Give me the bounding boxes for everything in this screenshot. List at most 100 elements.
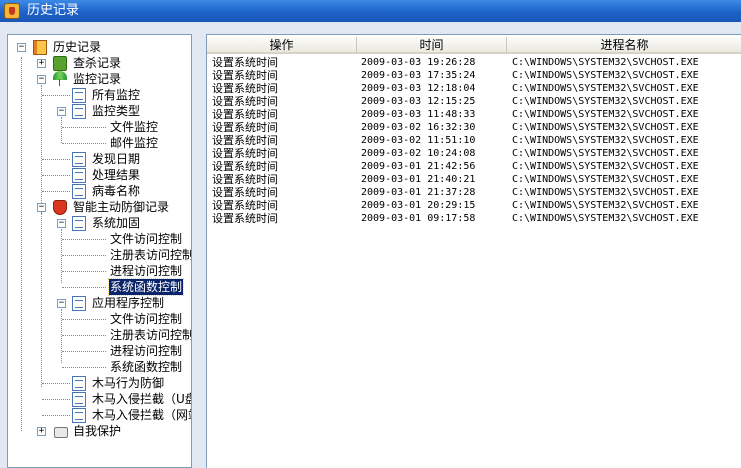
- tree-label: 进程访问控制: [110, 344, 183, 358]
- tree-node-file-monitor[interactable]: 文件监控: [8, 119, 191, 135]
- tree-node-app-sysfunc[interactable]: 系统函数控制: [8, 359, 191, 375]
- tree-label-selected: 系统函数控制: [107, 278, 185, 296]
- tree-label: 所有监控: [92, 88, 141, 102]
- tree-node-registry-access[interactable]: 注册表访问控制: [8, 247, 191, 263]
- tree-node-sysfunc-selected[interactable]: 系统函数控制: [8, 278, 191, 296]
- table-row[interactable]: 设置系统时间 2009-03-03 17:35:24 C:\WINDOWS\SYST…: [207, 69, 741, 82]
- tree-line: [62, 335, 106, 336]
- collapse-icon[interactable]: −: [37, 75, 46, 84]
- tree-line: [62, 143, 106, 144]
- tree-node-trojan-web[interactable]: 木马入侵拦截（网站: [8, 407, 191, 423]
- tree-label: 文件监控: [110, 120, 159, 134]
- collapse-icon[interactable]: −: [57, 107, 66, 116]
- cell-process: C:\WINDOWS\SYSTEM32\SVCHOST.EXE: [512, 96, 699, 107]
- cell-operation: 设置系统时间: [212, 160, 278, 173]
- cell-operation: 设置系统时间: [212, 82, 278, 95]
- tree-node-self-protect[interactable]: + 自我保护: [8, 423, 191, 439]
- history-book-icon: [33, 40, 47, 55]
- cell-process: C:\WINDOWS\SYSTEM32\SVCHOST.EXE: [512, 161, 699, 172]
- tree-line: [62, 367, 106, 368]
- tree-label: 注册表访问控制: [110, 248, 192, 262]
- table-row[interactable]: 设置系统时间 2009-03-03 19:26:28 C:\WINDOWS\SYST…: [207, 56, 741, 69]
- app-logo-icon: [4, 3, 20, 19]
- column-header-process[interactable]: 进程名称: [507, 37, 741, 54]
- document-icon: [72, 216, 86, 231]
- cell-process: C:\WINDOWS\SYSTEM32\SVCHOST.EXE: [512, 57, 699, 68]
- expand-icon[interactable]: +: [37, 427, 46, 436]
- cell-process: C:\WINDOWS\SYSTEM32\SVCHOST.EXE: [512, 213, 699, 224]
- tree-node-app-process-access[interactable]: 进程访问控制: [8, 343, 191, 359]
- cell-operation: 设置系统时间: [212, 56, 278, 69]
- table-row[interactable]: 设置系统时间 2009-03-01 21:40:21 C:\WINDOWS\SYST…: [207, 173, 741, 186]
- tree-node-scan-records[interactable]: + 查杀记录: [8, 55, 191, 71]
- tree-node-found-date[interactable]: 发现日期: [8, 151, 191, 167]
- expand-icon[interactable]: +: [37, 59, 46, 68]
- table-row[interactable]: 设置系统时间 2009-03-01 21:37:28 C:\WINDOWS\SYST…: [207, 186, 741, 199]
- tree-line: [62, 271, 106, 272]
- tree-label: 文件访问控制: [110, 312, 183, 326]
- tree-node-trojan-behavior[interactable]: 木马行为防御: [8, 375, 191, 391]
- tree-line: [42, 159, 70, 160]
- cell-time: 2009-03-01 21:42:56: [361, 161, 476, 172]
- table-row[interactable]: 设置系统时间 2009-03-02 10:24:08 C:\WINDOWS\SYST…: [207, 147, 741, 160]
- tree-line: [62, 287, 106, 288]
- tree-line: [42, 415, 70, 416]
- cell-time: 2009-03-02 10:24:08: [361, 148, 476, 159]
- tree-node-app-control[interactable]: − 应用程序控制: [8, 295, 191, 311]
- tree-label: 注册表访问控制: [110, 328, 192, 342]
- tree-label: 监控类型: [92, 104, 141, 118]
- table-row[interactable]: 设置系统时间 2009-03-03 12:18:04 C:\WINDOWS\SYST…: [207, 82, 741, 95]
- tree-node-monitor-records[interactable]: − 监控记录: [8, 71, 191, 87]
- title-bar[interactable]: 历史记录: [0, 0, 741, 22]
- history-tree[interactable]: − 历史记录 + 查杀记录 − 监控记录 所有监控 − 监控类型 文件监控 邮件…: [7, 34, 192, 468]
- tree-node-file-access[interactable]: 文件访问控制: [8, 231, 191, 247]
- collapse-icon[interactable]: −: [37, 203, 46, 212]
- table-row[interactable]: 设置系统时间 2009-03-02 11:51:10 C:\WINDOWS\SYST…: [207, 134, 741, 147]
- table-row[interactable]: 设置系统时间 2009-03-01 20:29:15 C:\WINDOWS\SYST…: [207, 199, 741, 212]
- column-header-operation[interactable]: 操作: [207, 37, 357, 54]
- table-row[interactable]: 设置系统时间 2009-03-01 21:42:56 C:\WINDOWS\SYST…: [207, 160, 741, 173]
- tree-node-all-monitors[interactable]: 所有监控: [8, 87, 191, 103]
- tree-node-app-file-access[interactable]: 文件访问控制: [8, 311, 191, 327]
- shield-icon: [53, 200, 67, 215]
- document-icon: [72, 408, 86, 423]
- collapse-icon[interactable]: −: [57, 219, 66, 228]
- tree-node-process-access[interactable]: 进程访问控制: [8, 263, 191, 279]
- cell-time: 2009-03-02 11:51:10: [361, 135, 476, 146]
- tree-label: 系统函数控制: [110, 360, 183, 374]
- table-row[interactable]: 设置系统时间 2009-03-03 11:48:33 C:\WINDOWS\SYST…: [207, 108, 741, 121]
- cell-process: C:\WINDOWS\SYSTEM32\SVCHOST.EXE: [512, 187, 699, 198]
- table-row[interactable]: 设置系统时间 2009-03-02 16:32:30 C:\WINDOWS\SYST…: [207, 121, 741, 134]
- tree-node-active-defense[interactable]: − 智能主动防御记录: [8, 199, 191, 215]
- tree-node-system-hardening[interactable]: − 系统加固: [8, 215, 191, 231]
- tree-node-app-registry-access[interactable]: 注册表访问控制: [8, 327, 191, 343]
- document-icon: [72, 168, 86, 183]
- tree-label: 病毒名称: [92, 184, 141, 198]
- tree-label: 系统加固: [92, 216, 141, 230]
- tree-line: [42, 399, 70, 400]
- cell-operation: 设置系统时间: [212, 212, 278, 225]
- tree-label: 历史记录: [53, 40, 102, 54]
- column-header-time[interactable]: 时间: [357, 37, 507, 54]
- tree-node-result[interactable]: 处理结果: [8, 167, 191, 183]
- document-icon: [72, 152, 86, 167]
- cell-process: C:\WINDOWS\SYSTEM32\SVCHOST.EXE: [512, 122, 699, 133]
- tree-label: 发现日期: [92, 152, 141, 166]
- tree-label: 应用程序控制: [92, 296, 165, 310]
- collapse-icon[interactable]: −: [17, 43, 26, 52]
- tree-node-root[interactable]: − 历史记录: [8, 39, 191, 55]
- table-row[interactable]: 设置系统时间 2009-03-01 09:17:58 C:\WINDOWS\SYST…: [207, 212, 741, 225]
- tree-node-virus-name[interactable]: 病毒名称: [8, 183, 191, 199]
- tree-node-mail-monitor[interactable]: 邮件监控: [8, 135, 191, 151]
- tree-label: 查杀记录: [73, 56, 122, 70]
- cell-time: 2009-03-03 12:15:25: [361, 96, 476, 107]
- document-icon: [72, 296, 86, 311]
- table-row[interactable]: 设置系统时间 2009-03-03 12:15:25 C:\WINDOWS\SYST…: [207, 95, 741, 108]
- tree-node-monitor-types[interactable]: − 监控类型: [8, 103, 191, 119]
- tree-node-trojan-usb[interactable]: 木马入侵拦截（U盘: [8, 391, 191, 407]
- tree-label: 处理结果: [92, 168, 141, 182]
- tree-label: 进程访问控制: [110, 264, 183, 278]
- collapse-icon[interactable]: −: [57, 299, 66, 308]
- cell-time: 2009-03-02 16:32:30: [361, 122, 476, 133]
- history-list[interactable]: 操作 时间 进程名称 设置系统时间 2009-03-03 19:26:28 C:\W…: [206, 34, 741, 468]
